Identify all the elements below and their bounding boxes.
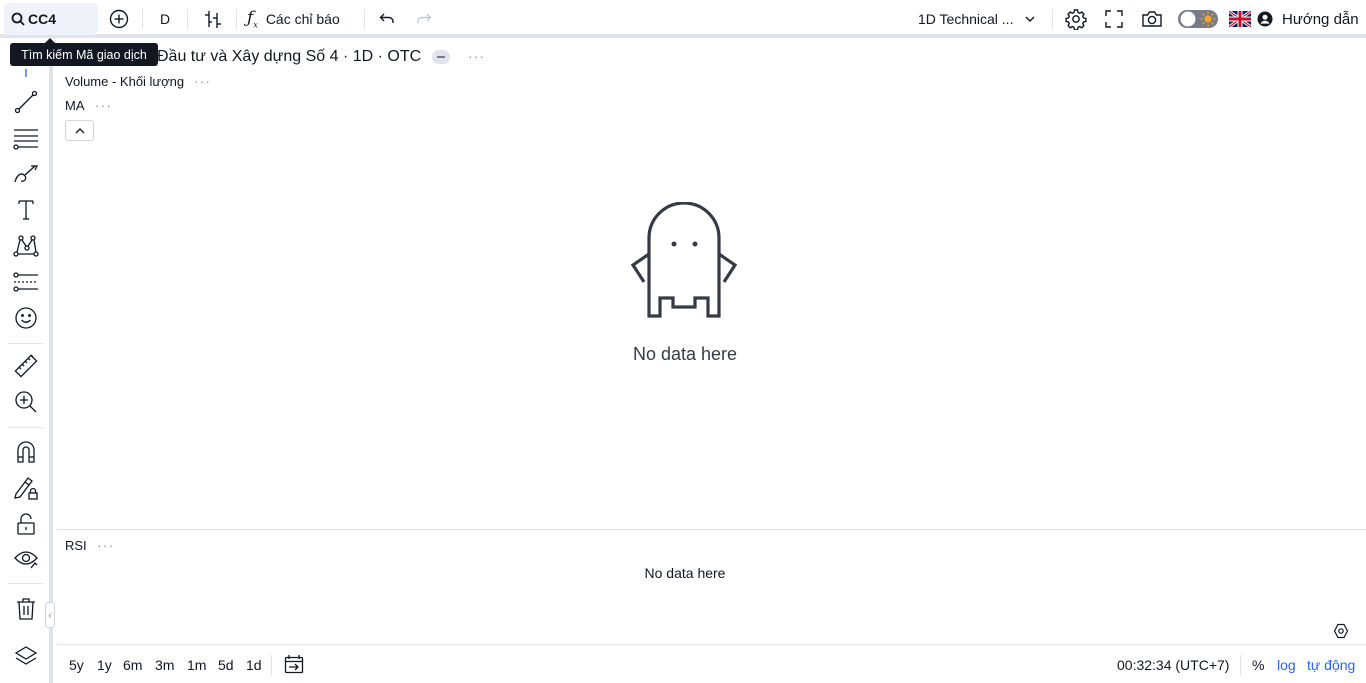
- guide-button[interactable]: Hướng dẫn: [1257, 0, 1361, 38]
- uk-flag-icon: [1229, 11, 1251, 27]
- range-1d[interactable]: 1d: [246, 657, 262, 673]
- pattern-tool[interactable]: [12, 232, 40, 260]
- text-icon: [18, 200, 34, 220]
- fullscreen-button[interactable]: [1102, 0, 1126, 38]
- symbol-search-tooltip: Tìm kiếm Mã giao dịch: [10, 38, 158, 66]
- magnet-icon: [17, 441, 35, 463]
- rsi-legend-label[interactable]: RSI: [65, 538, 87, 553]
- legend-hide-toggle[interactable]: [432, 50, 450, 64]
- ghost-icon: [630, 202, 738, 318]
- prediction-icon: [13, 272, 38, 292]
- settings-button[interactable]: [1064, 0, 1088, 38]
- undo-button[interactable]: [375, 0, 399, 38]
- range-5d[interactable]: 5d: [218, 657, 234, 673]
- pane-settings-icon[interactable]: [1333, 623, 1349, 639]
- trash-icon: [17, 598, 35, 620]
- pattern-icon: [13, 235, 39, 257]
- chevron-up-icon: [75, 127, 84, 133]
- symbol-label: CC4: [28, 11, 57, 27]
- symbol-legend-title: Đầu tư và Xây dựng Số 4 · 1D · OTC: [157, 48, 422, 65]
- toolbar-collapse-handle[interactable]: ‹: [45, 602, 55, 628]
- emoji-tool[interactable]: [12, 304, 40, 332]
- log-toggle[interactable]: log: [1277, 657, 1296, 673]
- layout-name: 1D Technical ...: [918, 11, 1014, 27]
- camera-icon: [1142, 11, 1162, 27]
- trend-line-tool[interactable]: [12, 88, 40, 116]
- function-icon: ƒx: [247, 8, 258, 30]
- brush-tool[interactable]: [12, 160, 40, 188]
- magnet-tool[interactable]: [12, 438, 40, 466]
- interval-button[interactable]: D: [153, 0, 177, 38]
- fib-tool[interactable]: [12, 124, 40, 152]
- top-toolbar: CC4 D ƒx Các chỉ báo 1D Technical ... Hư…: [0, 0, 1366, 38]
- chart-type-button[interactable]: [200, 0, 226, 38]
- range-3m[interactable]: 3m: [155, 657, 174, 673]
- plus-circle-icon: [109, 9, 129, 29]
- range-6m[interactable]: 6m: [123, 657, 142, 673]
- volume-legend-label[interactable]: Volume - Khối lượng: [65, 74, 184, 89]
- text-tool[interactable]: [12, 196, 40, 224]
- chevron-down-icon: [1025, 16, 1035, 22]
- user-icon: [1257, 11, 1273, 27]
- indicators-label: Các chỉ báo: [265, 11, 340, 27]
- redo-button[interactable]: [412, 0, 436, 38]
- no-data-message: No data here: [632, 344, 738, 364]
- clock-timezone[interactable]: 00:32:34 (UTC+7): [1117, 657, 1229, 673]
- layers-icon: [14, 646, 38, 665]
- gear-icon: [1065, 9, 1087, 30]
- lock-drawing-icon: [14, 477, 38, 500]
- compare-add-button[interactable]: [106, 0, 132, 38]
- hide-drawings-tool[interactable]: [12, 544, 40, 572]
- guide-label: Hướng dẫn: [1282, 10, 1359, 28]
- percent-toggle[interactable]: %: [1252, 657, 1264, 673]
- indicators-button[interactable]: ƒx Các chỉ báo: [247, 0, 353, 38]
- fullscreen-icon: [1105, 10, 1123, 28]
- eye-icon: [14, 551, 38, 569]
- bottom-toolbar: 5y 1y 6m 3m 1m 5d 1d 00:32:34 (UTC+7) % …: [57, 644, 1366, 683]
- remove-drawings-tool[interactable]: [12, 595, 40, 623]
- symbol-search-button[interactable]: CC4: [4, 3, 98, 35]
- range-5y[interactable]: 5y: [69, 657, 84, 673]
- legend-collapse-button[interactable]: [65, 120, 94, 141]
- zoom-in-icon: [15, 391, 37, 413]
- brush-icon: [14, 165, 39, 183]
- ma-more-icon[interactable]: ···: [95, 97, 112, 113]
- measure-tool[interactable]: [12, 352, 40, 380]
- snapshot-button[interactable]: [1139, 0, 1165, 38]
- auto-scale-toggle[interactable]: tự động: [1307, 657, 1355, 673]
- undo-icon: [379, 13, 394, 23]
- left-drawing-toolbar: [0, 42, 53, 683]
- ruler-icon: [14, 354, 38, 378]
- theme-toggle[interactable]: [1177, 0, 1219, 38]
- zoom-tool[interactable]: [12, 388, 40, 416]
- language-button[interactable]: [1229, 0, 1251, 38]
- range-1y[interactable]: 1y: [97, 657, 112, 673]
- legend-more-icon[interactable]: ···: [468, 48, 485, 64]
- volume-more-icon[interactable]: ···: [194, 73, 211, 89]
- unlock-tool[interactable]: [12, 510, 40, 538]
- rsi-more-icon[interactable]: ···: [97, 537, 114, 553]
- bar-chart-icon: [205, 11, 221, 28]
- unlock-icon: [17, 513, 35, 535]
- pane-divider[interactable]: [57, 529, 1366, 530]
- prediction-tool[interactable]: [12, 268, 40, 296]
- rsi-no-data-message: No data here: [644, 565, 726, 581]
- search-icon: [11, 12, 25, 26]
- trend-line-icon: [14, 90, 38, 114]
- fib-lines-icon: [13, 129, 38, 150]
- goto-date-icon[interactable]: [284, 654, 304, 674]
- range-1m[interactable]: 1m: [187, 657, 206, 673]
- theme-toggle-icon: [1178, 10, 1218, 28]
- object-tree-tool[interactable]: [12, 642, 40, 670]
- ma-legend-label[interactable]: MA: [65, 98, 85, 113]
- layout-menu-button[interactable]: 1D Technical ...: [918, 0, 1046, 38]
- redo-icon: [417, 13, 432, 23]
- emoji-icon: [15, 307, 37, 329]
- lock-drawings-tool[interactable]: [12, 474, 40, 502]
